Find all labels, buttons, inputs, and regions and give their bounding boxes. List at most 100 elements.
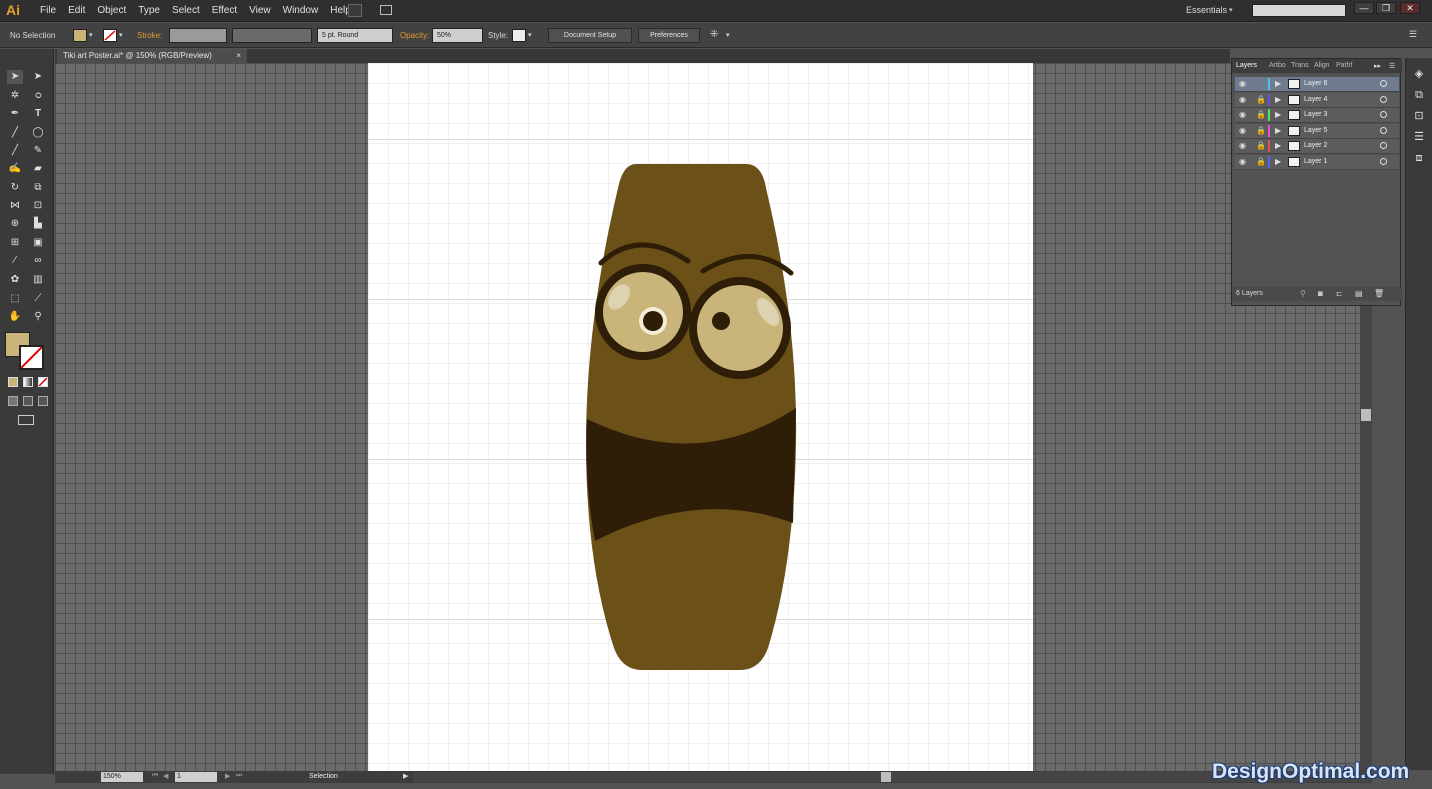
opacity-input[interactable]: 50%: [432, 28, 483, 43]
clipping-mask-icon[interactable]: ◙: [1318, 289, 1323, 298]
transform-menu-icon[interactable]: ⁜: [710, 29, 718, 40]
gradient-tool-icon[interactable]: ▣: [30, 236, 46, 250]
menu-select[interactable]: Select: [166, 5, 206, 16]
workspace-switcher[interactable]: Essentials: [1186, 5, 1227, 15]
expand-arrow-icon[interactable]: ▶: [1275, 110, 1281, 119]
tab-align[interactable]: Align: [1314, 62, 1330, 69]
visibility-eye-icon[interactable]: ◉: [1239, 141, 1248, 150]
ellipse-tool-icon[interactable]: ◯: [30, 126, 46, 140]
next-page-icon[interactable]: ▶: [225, 772, 230, 780]
fill-swatch[interactable]: [73, 29, 87, 42]
locate-object-icon[interactable]: ⚲: [1300, 289, 1306, 298]
expand-arrow-icon[interactable]: ▶: [1275, 157, 1281, 166]
paintbrush-tool-icon[interactable]: ╱: [7, 144, 23, 158]
lock-icon[interactable]: 🔒: [1256, 157, 1266, 166]
magic-wand-icon[interactable]: ✲: [7, 89, 23, 103]
eyedropper-icon[interactable]: ⁄: [7, 254, 23, 268]
artboard[interactable]: [368, 63, 1033, 771]
stroke-swatch[interactable]: [103, 29, 117, 42]
menu-effect[interactable]: Effect: [206, 5, 243, 16]
layer-name[interactable]: Layer 1: [1304, 158, 1327, 165]
chevron-down-icon[interactable]: ▾: [528, 31, 532, 39]
document-setup-button[interactable]: Document Setup: [548, 28, 632, 43]
expand-arrow-icon[interactable]: ▶: [1275, 95, 1281, 104]
blob-brush-icon[interactable]: ✍: [7, 162, 23, 176]
tiki-body[interactable]: [586, 164, 797, 670]
stroke-weight-dropdown[interactable]: [169, 28, 227, 43]
new-layer-icon[interactable]: ▤: [1355, 289, 1363, 298]
slice-tool-icon[interactable]: ⟋: [30, 292, 46, 306]
layer-row[interactable]: ◉ ▶ Layer 6: [1235, 77, 1399, 92]
expand-arrow-icon[interactable]: ▶: [1275, 79, 1281, 88]
eraser-tool-icon[interactable]: ▰: [30, 162, 46, 176]
layer-name[interactable]: Layer 4: [1304, 96, 1327, 103]
hand-tool-icon[interactable]: ✋: [7, 310, 23, 324]
expand-arrow-icon[interactable]: ▶: [1275, 126, 1281, 135]
layer-row[interactable]: ◉ 🔒 ▶ Layer 3: [1235, 108, 1399, 124]
prev-page-icon[interactable]: ◀: [163, 772, 168, 780]
expand-arrow-icon[interactable]: ▶: [1275, 141, 1281, 150]
visibility-eye-icon[interactable]: ◉: [1239, 110, 1248, 119]
direct-selection-tool-icon[interactable]: ➤: [30, 70, 46, 84]
artboards-icon[interactable]: ⧉: [1412, 88, 1426, 102]
pathfinder-icon[interactable]: ⧈: [1412, 151, 1426, 165]
lock-icon[interactable]: 🔒: [1256, 110, 1266, 119]
blend-tool-icon[interactable]: ∞: [30, 254, 46, 268]
pencil-tool-icon[interactable]: ✎: [30, 144, 46, 158]
horizontal-scrollbar-thumb[interactable]: [881, 772, 891, 782]
panel-menu-icon[interactable]: ☰: [1389, 62, 1395, 70]
tab-pathfinder[interactable]: Pathf: [1336, 62, 1352, 69]
lock-icon[interactable]: 🔒: [1256, 95, 1266, 104]
tab-layers[interactable]: Layers: [1236, 62, 1257, 69]
width-tool-icon[interactable]: ⋈: [7, 199, 23, 213]
scale-tool-icon[interactable]: ⧉: [30, 181, 46, 195]
panel-menu-icon[interactable]: ☰: [1409, 29, 1417, 40]
screen-mode-icon[interactable]: [18, 415, 34, 425]
zoom-tool-icon[interactable]: ⚲: [30, 310, 46, 324]
align-icon[interactable]: ☰: [1412, 130, 1426, 144]
page-input[interactable]: 1: [175, 772, 217, 782]
type-tool-icon[interactable]: T: [30, 107, 46, 121]
layer-name[interactable]: Layer 3: [1304, 111, 1327, 118]
target-circle-icon[interactable]: [1380, 158, 1387, 165]
preferences-button[interactable]: Preferences: [638, 28, 700, 43]
bridge-icon[interactable]: [348, 4, 362, 17]
rotate-tool-icon[interactable]: ↻: [7, 181, 23, 195]
layer-row[interactable]: ◉ 🔒 ▶ Layer 5: [1235, 123, 1399, 139]
menu-object[interactable]: Object: [91, 5, 132, 16]
chevron-down-icon[interactable]: ▾: [726, 31, 730, 39]
target-circle-icon[interactable]: [1380, 95, 1387, 103]
artboard-tool-icon[interactable]: ⬚: [7, 292, 23, 306]
menu-file[interactable]: File: [34, 5, 62, 16]
chevron-down-icon[interactable]: ▾: [89, 31, 93, 39]
zoom-dropdown[interactable]: 150%: [101, 772, 143, 782]
stroke-color-swatch[interactable]: [19, 345, 44, 370]
lock-icon[interactable]: 🔒: [1256, 141, 1266, 150]
layer-row[interactable]: ◉ 🔒 ▶ Layer 2: [1235, 139, 1399, 155]
layer-name[interactable]: Layer 6: [1304, 80, 1327, 87]
style-swatch[interactable]: [512, 29, 526, 42]
menu-window[interactable]: Window: [277, 5, 325, 16]
color-mode-icon[interactable]: [8, 377, 18, 387]
menu-view[interactable]: View: [243, 5, 277, 16]
mesh-tool-icon[interactable]: ⊞: [7, 236, 23, 250]
target-circle-icon[interactable]: [1380, 126, 1387, 134]
chevron-down-icon[interactable]: ▾: [119, 31, 123, 39]
graph-tool-icon[interactable]: ▥: [30, 273, 46, 287]
layer-row[interactable]: ◉ 🔒 ▶ Layer 1: [1235, 155, 1399, 170]
visibility-eye-icon[interactable]: ◉: [1239, 126, 1248, 135]
free-transform-icon[interactable]: ⊡: [30, 199, 46, 213]
tab-artboards[interactable]: Artbo: [1269, 62, 1286, 69]
line-tool-icon[interactable]: ╱: [7, 126, 23, 140]
new-sublayer-icon[interactable]: ⊏: [1336, 289, 1343, 298]
target-circle-icon[interactable]: [1380, 142, 1387, 150]
tiki-illustration[interactable]: [368, 63, 1033, 771]
scrollbar-thumb[interactable]: [1361, 409, 1371, 421]
document-tab[interactable]: Tiki art Poster.ai* @ 150% (RGB/Preview)…: [57, 49, 247, 63]
pen-tool-icon[interactable]: ✒: [7, 107, 23, 121]
layer-name[interactable]: Layer 5: [1304, 127, 1327, 134]
arrange-documents-icon[interactable]: [380, 5, 392, 15]
lock-icon[interactable]: 🔒: [1256, 126, 1266, 135]
variable-width-dropdown[interactable]: [232, 28, 312, 43]
symbol-sprayer-icon[interactable]: ✿: [7, 273, 23, 287]
